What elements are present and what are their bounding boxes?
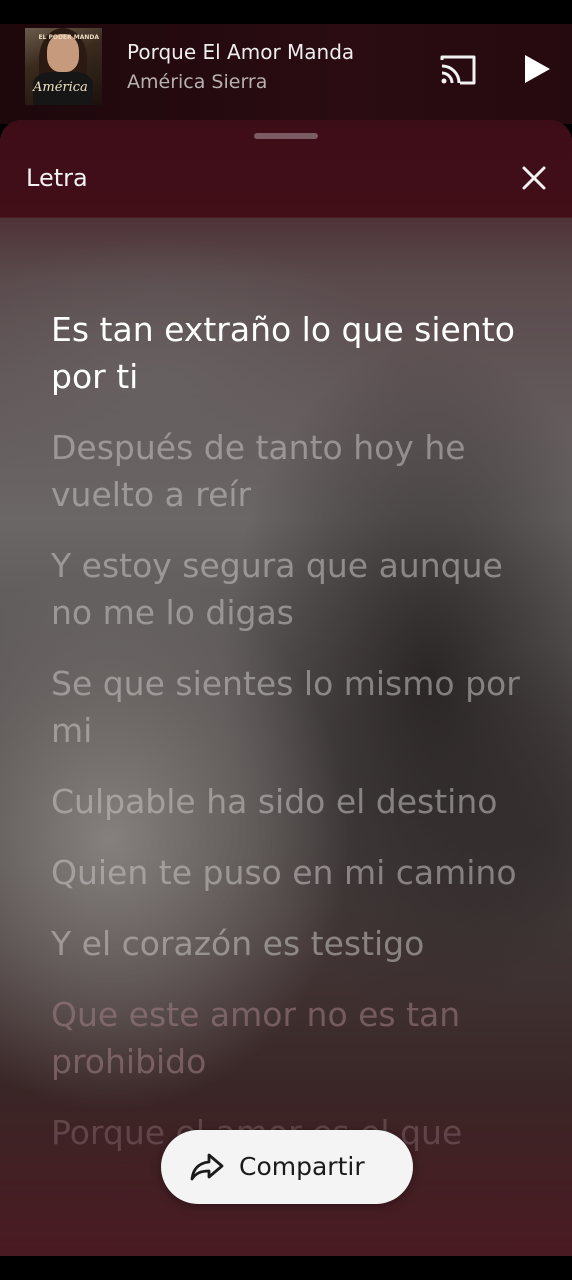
cast-icon [440, 55, 476, 85]
navigation-bar [0, 1256, 572, 1280]
lyric-line[interactable]: Se que sientes lo mismo por mi [51, 660, 541, 754]
lyric-line[interactable]: Culpable ha sido el destino [51, 778, 541, 825]
album-art-logo: América [33, 80, 88, 95]
share-arrow-icon [190, 1153, 224, 1181]
lyric-line[interactable]: Quien te puso en mi camino [51, 849, 541, 896]
album-art[interactable]: EL PODER MANDA América [25, 28, 102, 105]
close-button[interactable] [519, 163, 549, 193]
close-icon [522, 166, 546, 190]
lyric-line[interactable]: Y el corazón es testigo [51, 920, 541, 967]
lyric-line[interactable]: Después de tanto hoy he vuelto a reír [51, 424, 541, 518]
cast-button[interactable] [438, 52, 478, 88]
album-art-tag: EL PODER MANDA [38, 34, 99, 41]
lyrics-sheet-header: Letra [0, 120, 572, 218]
lyrics-title: Letra [26, 164, 88, 192]
status-bar [0, 0, 572, 24]
drag-handle[interactable] [254, 133, 318, 139]
lyrics-sheet: Letra Es tan extraño lo que siento por t… [0, 120, 572, 1256]
song-artist: América Sierra [127, 71, 268, 93]
play-icon [525, 55, 550, 83]
song-title: Porque El Amor Manda [127, 40, 355, 64]
lyric-line[interactable]: Que este amor no es tan prohibido [51, 991, 541, 1085]
lyric-line-current[interactable]: Es tan extraño lo que siento por ti [51, 306, 541, 400]
mini-player[interactable]: EL PODER MANDA América Porque El Amor Ma… [0, 24, 572, 124]
lyrics-list[interactable]: Es tan extraño lo que siento por ti Desp… [51, 306, 541, 1180]
play-button[interactable] [520, 51, 554, 87]
lyric-line[interactable]: Y estoy segura que aunque no me lo digas [51, 542, 541, 636]
share-button[interactable]: Compartir [161, 1130, 413, 1204]
share-button-label: Compartir [239, 1152, 365, 1181]
